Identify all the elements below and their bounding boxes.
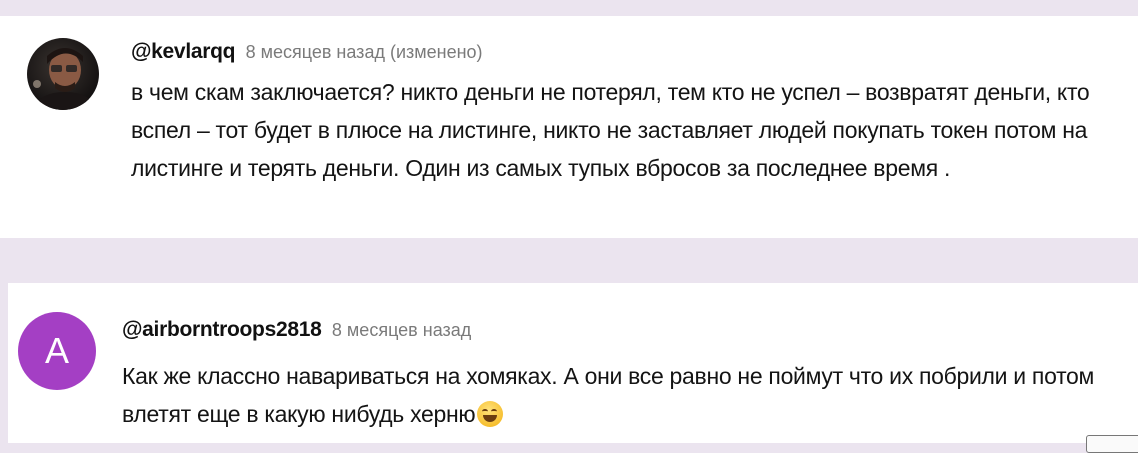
avatar[interactable] (27, 38, 99, 110)
timestamp[interactable]: 8 месяцев назад (332, 320, 471, 340)
grinning-face-emoji-icon (477, 401, 504, 427)
comment-card: A @airborntroops2818 8 месяцев назад Как… (8, 283, 1138, 453)
author-handle[interactable]: @kevlarqq (131, 40, 235, 63)
timestamp[interactable]: 8 месяцев назад (изменено) (246, 42, 483, 62)
comment-text: в чем скам заключается? никто деньги не … (131, 79, 1090, 181)
author-handle[interactable]: @airborntroops2818 (122, 318, 322, 341)
avatar-letter: A (44, 330, 69, 371)
avatar[interactable]: A (18, 312, 96, 390)
comment-text-content: Как же классно навариваться на хомяках. … (122, 363, 1095, 427)
comment-card: @kevlarqq 8 месяцев назад (изменено) в ч… (0, 16, 1138, 238)
comment-text: Как же классно навариваться на хомяках. … (122, 357, 1132, 433)
user-photo-icon (33, 48, 97, 110)
comment-header: @kevlarqq 8 месяцев назад (изменено) (131, 39, 483, 67)
comment-header: @airborntroops2818 8 месяцев назад (122, 317, 471, 345)
